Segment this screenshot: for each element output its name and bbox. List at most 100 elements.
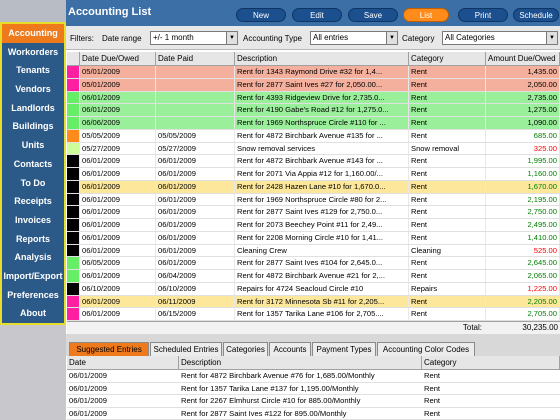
- sidebar-item-buildings[interactable]: Buildings: [2, 117, 64, 136]
- table-row[interactable]: 06/05/2009 06/01/2009 Rent for 2877 Saint …: [67, 257, 560, 270]
- cell-date-due: 06/01/2009: [80, 244, 156, 257]
- accounting-table: Date Due/Owed Date Paid Description Cate…: [67, 52, 560, 334]
- save-button[interactable]: Save: [348, 8, 398, 22]
- cell-date-paid: [156, 104, 235, 116]
- cell-date-due: 06/01/2009: [80, 231, 156, 244]
- sidebar-item-invoices[interactable]: Invoices: [2, 211, 64, 230]
- table-row[interactable]: 06/01/2009 06/01/2009 Rent for 2208 Mornin…: [67, 231, 560, 245]
- table-row[interactable]: 06/01/2009 06/01/2009 Rent for 2071 Via Ap…: [67, 168, 560, 181]
- sidebar-item-todo[interactable]: To Do: [2, 174, 64, 193]
- column-header-description[interactable]: Description: [179, 356, 422, 369]
- cell-date-paid: [156, 78, 235, 91]
- schedule-button[interactable]: Schedule: [513, 8, 559, 22]
- sidebar-item-tenants[interactable]: Tenants: [2, 61, 64, 80]
- sidebar-item-units[interactable]: Units: [2, 136, 64, 155]
- row-color-swatch: [67, 231, 80, 244]
- category-value: All Categories: [445, 33, 495, 42]
- sidebar-item-landlords[interactable]: Landlords: [2, 99, 64, 118]
- cell-date-paid: 06/01/2009: [156, 231, 235, 244]
- sidebar-item-analysis[interactable]: Analysis: [2, 248, 64, 267]
- table-row[interactable]: 06/01/2009 06/01/2009 Rent for 2877 Saint …: [67, 206, 560, 219]
- table-row[interactable]: 06/01/2009 06/15/2009 Rent for 1357 Tarika…: [67, 308, 560, 321]
- accounting-type-value: All entries: [313, 33, 349, 42]
- page-title: Accounting List: [68, 6, 152, 18]
- cell-date-due: 06/01/2009: [80, 91, 156, 104]
- table-row[interactable]: 06/01/2009 Rent for 1357 Tarika Lane #137…: [67, 383, 560, 395]
- table-row[interactable]: 06/01/2009 06/04/2009 Rent for 4872 Birchb…: [67, 270, 560, 283]
- sidebar-item-receipts[interactable]: Receipts: [2, 192, 64, 211]
- table-row[interactable]: 06/01/2009 06/01/2009 Rent for 4872 Birchb…: [67, 155, 560, 168]
- column-header-date-due[interactable]: Date Due/Owed: [80, 52, 156, 65]
- sidebar-item-accounting[interactable]: Accounting: [2, 24, 64, 43]
- table-row[interactable]: 06/01/2009 06/01/2009 Rent for 2073 Beeche…: [67, 219, 560, 232]
- cell-description: Rent for 4872 Birchbark Avenue #135 for …: [235, 129, 409, 142]
- cell-amount: 1,670.00: [486, 180, 560, 193]
- table-row[interactable]: 06/01/2009 06/01/2009 Rent for 1969 Norths…: [67, 193, 560, 207]
- cell-category: Rent: [409, 257, 486, 269]
- date-range-value: +/- 1 month: [153, 33, 194, 42]
- filters-label: Filters:: [70, 34, 94, 43]
- row-color-swatch: [67, 78, 80, 91]
- tab-categories[interactable]: Categories: [223, 342, 268, 356]
- cell-date-due: 06/01/2009: [80, 180, 156, 193]
- sidebar-item-contacts[interactable]: Contacts: [2, 155, 64, 174]
- sidebar-item-import-export[interactable]: Import/Export: [2, 267, 64, 286]
- tab-scheduled-entries[interactable]: Scheduled Entries: [150, 342, 222, 356]
- suggested-table-body: 06/01/2009 Rent for 4872 Birchbark Avenue…: [67, 370, 560, 420]
- tab-accounting-color-codes[interactable]: Accounting Color Codes: [377, 342, 475, 356]
- column-header-amount[interactable]: Amount Due/Owed: [486, 52, 560, 65]
- table-row[interactable]: 06/01/2009 Rent for 4872 Birchbark Avenue…: [67, 370, 560, 383]
- column-header-date-paid[interactable]: Date Paid: [156, 52, 235, 65]
- column-header-category[interactable]: Category: [409, 52, 486, 65]
- accounting-type-select[interactable]: All entries ▼: [310, 31, 398, 45]
- cell-date-paid: 06/10/2009: [156, 282, 235, 295]
- cell-description: Rent for 1969 Northspruce Circle #80 for…: [235, 193, 409, 206]
- cell-date-due: 06/01/2009: [80, 219, 156, 231]
- category-select[interactable]: All Categories ▼: [442, 31, 558, 45]
- cell-category: Rent: [409, 91, 486, 104]
- print-button[interactable]: Print: [458, 8, 508, 22]
- sidebar-item-vendors[interactable]: Vendors: [2, 80, 64, 99]
- column-header-description[interactable]: Description: [235, 52, 409, 65]
- tab-payment-types[interactable]: Payment Types: [312, 342, 376, 356]
- sidebar-item-about[interactable]: About: [2, 304, 64, 323]
- cell-description: Rent for 2267 Elmhurst Circle #10 for 88…: [181, 396, 361, 405]
- table-row[interactable]: 06/10/2009 06/10/2009 Repairs for 4724 Sea…: [67, 282, 560, 296]
- table-row[interactable]: 05/27/2009 05/27/2009 Snow removal service…: [67, 142, 560, 156]
- table-row[interactable]: 06/01/2009 Rent for 2267 Elmhurst Circle …: [67, 395, 560, 408]
- cell-description: Rent for 1357 Tarika Lane #106 for 2,705…: [235, 308, 409, 320]
- cell-category: Rent: [409, 78, 486, 91]
- cell-description: Rent for 2428 Hazen Lane #10 for 1,670.0…: [235, 180, 409, 193]
- tab-accounts[interactable]: Accounts: [269, 342, 311, 356]
- table-row[interactable]: 05/01/2009 Rent for 1343 Raymond Drive #3…: [67, 66, 560, 79]
- table-row[interactable]: 06/01/2009 06/01/2009 Cleaning Crew Cleanin…: [67, 244, 560, 258]
- sidebar-item-reports[interactable]: Reports: [2, 230, 64, 249]
- edit-button[interactable]: Edit: [292, 8, 342, 22]
- category-label: Category: [402, 34, 435, 43]
- new-button[interactable]: New: [236, 8, 286, 22]
- table-row[interactable]: 06/01/2009 Rent for 4393 Ridgeview Drive …: [67, 91, 560, 105]
- cell-category: Rent: [424, 383, 441, 393]
- table-row[interactable]: 06/01/2009 06/01/2009 Rent for 2428 Hazen …: [67, 180, 560, 194]
- table-row[interactable]: 06/01/2009 06/11/2009 Rent for 3172 Minnes…: [67, 295, 560, 309]
- cell-category: Rent: [409, 180, 486, 193]
- table-row[interactable]: 06/06/2009 Rent for 1969 Northspruce Circ…: [67, 117, 560, 130]
- cell-amount: 525.00: [486, 244, 560, 257]
- cell-description: Rent for 4872 Birchbark Avenue #21 for 2…: [235, 270, 409, 282]
- list-button[interactable]: List: [403, 8, 449, 22]
- table-row[interactable]: 05/05/2009 05/05/2009 Rent for 4872 Birchb…: [67, 129, 560, 143]
- cell-date-paid: 06/11/2009: [156, 295, 235, 308]
- table-row[interactable]: 06/01/2009 Rent for 4190 Gabe's Road #12 …: [67, 104, 560, 117]
- sidebar-item-preferences[interactable]: Preferences: [2, 286, 64, 305]
- date-range-select[interactable]: +/- 1 month ▼: [150, 31, 238, 45]
- cell-category: Rent: [409, 206, 486, 218]
- sidebar-item-workorders[interactable]: Workorders: [2, 43, 64, 62]
- table-row[interactable]: 06/01/2009 Rent for 2877 Saint Ives #122 …: [67, 408, 560, 420]
- cell-category: Rent: [409, 231, 486, 244]
- tab-suggested-entries[interactable]: Suggested Entries: [69, 342, 149, 356]
- column-header-date[interactable]: Date: [67, 356, 179, 369]
- column-header-category[interactable]: Category: [422, 356, 560, 369]
- table-row[interactable]: 05/01/2009 Rent for 2877 Saint Ives #27 f…: [67, 78, 560, 92]
- cell-category: Rent: [409, 270, 486, 282]
- table-body: 05/01/2009 Rent for 1343 Raymond Drive #3…: [67, 66, 560, 321]
